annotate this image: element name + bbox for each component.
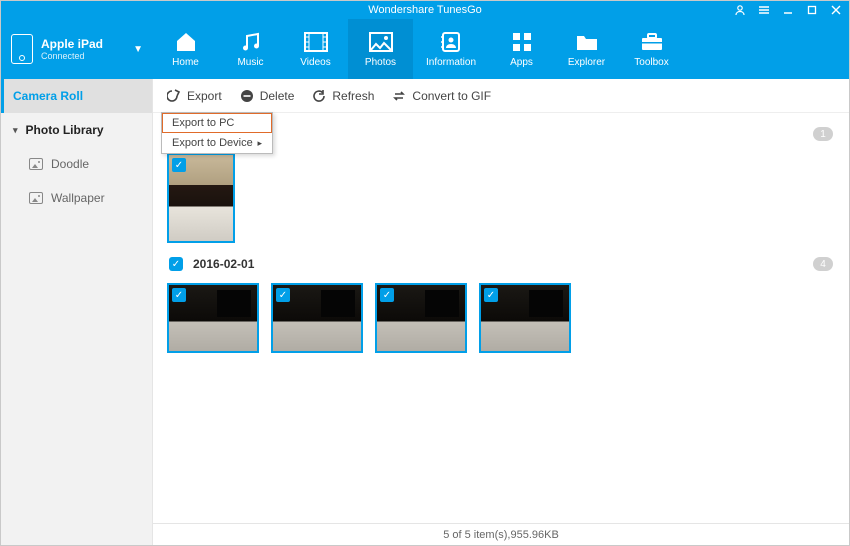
header: Apple iPad Connected ▼ Home Music Videos… xyxy=(1,19,849,79)
body: Camera Roll ▾ Photo Library Doodle Wallp… xyxy=(1,79,849,545)
refresh-button[interactable]: Refresh xyxy=(312,89,374,103)
device-info: Apple iPad Connected xyxy=(41,37,103,61)
sidebar-label: Photo Library xyxy=(26,123,104,137)
convert-icon xyxy=(392,89,406,103)
device-name: Apple iPad xyxy=(41,37,103,51)
window-controls xyxy=(733,1,843,19)
nav-apps[interactable]: Apps xyxy=(489,19,554,79)
sidebar-item-photo-library[interactable]: ▾ Photo Library xyxy=(1,113,152,147)
thumbnail-checkbox[interactable]: ✓ xyxy=(172,158,186,172)
toolbox-icon xyxy=(639,31,665,53)
maximize-button[interactable] xyxy=(805,3,819,17)
nav-music[interactable]: Music xyxy=(218,19,283,79)
tablet-icon xyxy=(11,34,33,64)
toolbar-label: Delete xyxy=(260,89,295,103)
window-title: Wondershare TunesGo xyxy=(368,4,482,16)
group-count-badge: 4 xyxy=(813,257,833,271)
delete-icon xyxy=(240,89,254,103)
menu-icon[interactable] xyxy=(757,3,771,17)
sidebar: Camera Roll ▾ Photo Library Doodle Wallp… xyxy=(1,79,153,545)
photo-thumbnail[interactable]: ✓ xyxy=(167,283,259,353)
sidebar-label: Camera Roll xyxy=(13,89,83,103)
nav-label: Toolbox xyxy=(634,57,668,68)
select-all-checkbox[interactable]: ✓ xyxy=(169,257,183,271)
toolbar: Export Delete Refresh Convert to GIF xyxy=(153,79,849,113)
home-icon xyxy=(173,31,199,53)
status-text: 5 of 5 item(s),955.96KB xyxy=(443,529,559,541)
thumbnail-row: ✓ ✓ ✓ ✓ xyxy=(167,283,835,353)
nav-label: Explorer xyxy=(568,57,605,68)
nav-label: Photos xyxy=(365,57,396,68)
video-icon xyxy=(303,31,329,53)
picture-icon xyxy=(29,158,43,170)
device-status: Connected xyxy=(41,51,103,61)
nav-label: Information xyxy=(426,57,476,68)
photo-thumbnail[interactable]: ✓ xyxy=(375,283,467,353)
photo-thumbnail[interactable]: ✓ xyxy=(479,283,571,353)
thumbnail-checkbox[interactable]: ✓ xyxy=(484,288,498,302)
chevron-right-icon: ▸ xyxy=(257,138,262,149)
triangle-down-icon: ▾ xyxy=(13,125,18,136)
photo-icon xyxy=(368,31,394,53)
sidebar-item-doodle[interactable]: Doodle xyxy=(1,147,152,181)
photo-thumbnail[interactable]: ✓ xyxy=(271,283,363,353)
folder-icon xyxy=(574,31,600,53)
nav-label: Apps xyxy=(510,57,533,68)
nav-photos[interactable]: Photos xyxy=(348,19,413,79)
main-nav: Home Music Videos Photos Information App… xyxy=(153,19,684,79)
export-dropdown: Export to PC Export to Device ▸ xyxy=(161,112,273,154)
status-bar: 5 of 5 item(s),955.96KB xyxy=(153,523,849,545)
picture-icon xyxy=(29,192,43,204)
apps-icon xyxy=(509,31,535,53)
thumbnail-checkbox[interactable]: ✓ xyxy=(172,288,186,302)
group-header: ✓ 2016-02-01 4 xyxy=(169,253,833,275)
toolbar-label: Convert to GIF xyxy=(412,89,491,103)
refresh-icon xyxy=(312,89,326,103)
export-to-device[interactable]: Export to Device ▸ xyxy=(162,133,272,153)
device-selector[interactable]: Apple iPad Connected ▼ xyxy=(1,19,153,79)
sidebar-item-camera-roll[interactable]: Camera Roll xyxy=(1,79,152,113)
toolbar-label: Export xyxy=(187,89,222,103)
delete-button[interactable]: Delete xyxy=(240,89,295,103)
nav-label: Videos xyxy=(300,57,330,68)
export-button[interactable]: Export xyxy=(167,89,222,103)
convert-gif-button[interactable]: Convert to GIF xyxy=(392,89,491,103)
nav-explorer[interactable]: Explorer xyxy=(554,19,619,79)
group-date: 2016-02-01 xyxy=(193,257,254,271)
export-to-pc[interactable]: Export to PC xyxy=(162,113,272,133)
group-count-badge: 1 xyxy=(813,127,833,141)
close-button[interactable] xyxy=(829,3,843,17)
contacts-icon xyxy=(438,31,464,53)
nav-information[interactable]: Information xyxy=(413,19,489,79)
nav-label: Home xyxy=(172,57,199,68)
sidebar-item-wallpaper[interactable]: Wallpaper xyxy=(1,181,152,215)
minimize-button[interactable] xyxy=(781,3,795,17)
user-icon[interactable] xyxy=(733,3,747,17)
photo-thumbnail[interactable]: ✓ xyxy=(167,153,235,243)
thumbnail-row: ✓ xyxy=(167,153,835,243)
toolbar-label: Refresh xyxy=(332,89,374,103)
sidebar-label: Doodle xyxy=(51,157,89,171)
menu-label: Export to Device xyxy=(172,137,253,149)
sidebar-label: Wallpaper xyxy=(51,191,105,205)
thumbnail-checkbox[interactable]: ✓ xyxy=(380,288,394,302)
photo-gallery: ✓ 1 ✓ ✓ 2016-02-01 4 xyxy=(153,113,849,523)
title-bar: Wondershare TunesGo xyxy=(1,1,849,19)
content: Export Delete Refresh Convert to GIF xyxy=(153,79,849,545)
nav-home[interactable]: Home xyxy=(153,19,218,79)
menu-label: Export to PC xyxy=(172,117,234,129)
nav-videos[interactable]: Videos xyxy=(283,19,348,79)
nav-label: Music xyxy=(237,57,263,68)
caret-down-icon: ▼ xyxy=(133,44,143,55)
music-icon xyxy=(238,31,264,53)
nav-toolbox[interactable]: Toolbox xyxy=(619,19,684,79)
export-icon xyxy=(167,89,181,103)
thumbnail-checkbox[interactable]: ✓ xyxy=(276,288,290,302)
